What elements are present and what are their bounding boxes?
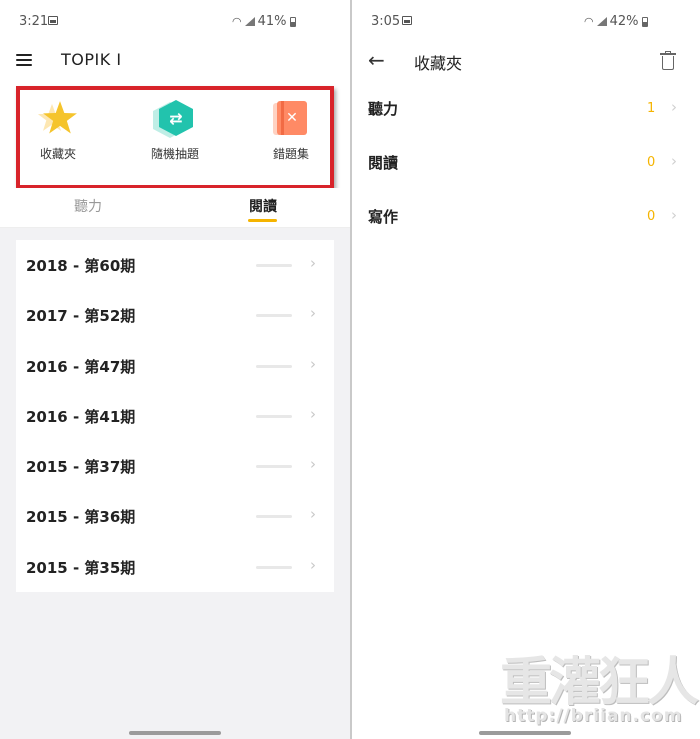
section-tabs: 聽力 閱讀 — [0, 188, 350, 228]
wifi-icon: ◠ — [584, 15, 594, 28]
shortcut-bar: 收藏夾 ⇄ 隨機抽題 ✕ 錯題集 — [0, 82, 350, 188]
app-header: ← 收藏夾 — [352, 42, 700, 80]
list-item[interactable]: 2015 - 第35期 › — [16, 542, 334, 592]
wrong-answers-shortcut[interactable]: ✕ 錯題集 — [251, 100, 331, 162]
list-item[interactable]: 2016 - 第47期 › — [16, 341, 334, 391]
chevron-right-icon: › — [310, 304, 316, 323]
favorites-count: 0 — [647, 155, 656, 170]
exam-label: 2015 - 第37期 — [26, 458, 136, 477]
list-item[interactable]: 2015 - 第37期 › — [16, 441, 334, 491]
favorites-category-label: 寫作 — [368, 208, 399, 226]
favorites-row-listening[interactable]: 聽力 1 › — [352, 88, 700, 128]
battery-percent: 42% — [609, 14, 639, 29]
list-item[interactable]: 2015 - 第36期 › — [16, 491, 334, 541]
favorites-count: 0 — [647, 209, 656, 224]
gallery-notification-icon — [402, 16, 412, 25]
watermark: 重灌狂人 http://briian.com — [500, 640, 699, 732]
progress-bar — [256, 565, 292, 569]
chevron-right-icon: › — [310, 455, 316, 474]
signal-icon — [244, 17, 255, 26]
favorites-row-reading[interactable]: 閱讀 0 › — [352, 142, 700, 182]
chevron-right-icon: › — [310, 555, 316, 574]
right-phone-screen: 3:05 ◠ 42% ← 收藏夾 聽力 1 › 閱讀 0 › 寫作 0 › 重灌… — [352, 0, 700, 739]
exam-label: 2017 - 第52期 — [26, 307, 136, 326]
status-time: 3:21 — [19, 14, 49, 29]
home-gesture-bar[interactable] — [129, 731, 221, 735]
chevron-right-icon: › — [671, 98, 677, 116]
favorites-count: 1 — [647, 101, 656, 116]
chevron-right-icon: › — [310, 505, 316, 524]
chevron-right-icon: › — [671, 152, 677, 170]
progress-bar — [256, 465, 292, 469]
favorites-shortcut-label: 收藏夾 — [39, 147, 76, 161]
left-phone-screen: 3:21 ◠ 41% TOPIK Ⅰ 收藏夾 ⇄ 隨機抽題 ✕ 錯題集 聽力 閱… — [0, 0, 350, 739]
signal-icon — [596, 17, 607, 26]
favorites-shortcut[interactable]: 收藏夾 — [18, 100, 98, 162]
chevron-right-icon: › — [310, 404, 316, 423]
chevron-right-icon: › — [671, 206, 677, 224]
exam-label: 2015 - 第35期 — [26, 558, 136, 577]
status-bar: 3:05 ◠ 42% — [352, 0, 700, 42]
status-time: 3:05 — [371, 14, 401, 29]
page-title: 收藏夾 — [414, 54, 463, 73]
chevron-right-icon: › — [310, 354, 316, 373]
exam-label: 2016 - 第47期 — [26, 357, 136, 376]
random-questions-shortcut-label: 隨機抽題 — [150, 147, 199, 161]
progress-bar — [256, 264, 292, 267]
favorites-category-label: 閱讀 — [368, 154, 399, 172]
random-questions-shortcut[interactable]: ⇄ 隨機抽題 — [135, 100, 215, 162]
status-indicators: ◠ 42% — [584, 14, 648, 29]
exam-label: 2015 - 第36期 — [26, 508, 136, 527]
home-gesture-bar[interactable] — [479, 731, 571, 735]
page-title: TOPIK Ⅰ — [61, 50, 122, 69]
progress-bar — [256, 414, 292, 418]
back-arrow-icon[interactable]: ← — [368, 48, 385, 72]
wrong-answers-shortcut-label: 錯題集 — [272, 147, 309, 161]
gallery-notification-icon — [48, 16, 58, 25]
battery-percent: 41% — [257, 14, 287, 29]
watermark-brand: 重灌狂人 — [500, 652, 699, 713]
star-icon — [37, 100, 77, 136]
progress-bar — [256, 314, 292, 318]
tab-listening[interactable]: 聽力 — [74, 196, 102, 216]
status-bar: 3:21 ◠ 41% — [0, 0, 350, 42]
active-tab-indicator — [248, 219, 277, 222]
progress-bar — [256, 364, 292, 368]
watermark-url: http://briian.com — [504, 706, 683, 726]
favorites-category-label: 聽力 — [368, 100, 399, 118]
chevron-right-icon: › — [310, 254, 316, 272]
shuffle-icon: ⇄ — [153, 100, 193, 138]
wrong-answers-book-icon: ✕ — [273, 100, 309, 136]
wifi-icon: ◠ — [232, 15, 242, 28]
app-header: TOPIK Ⅰ — [0, 42, 350, 82]
exam-label: 2016 - 第41期 — [26, 407, 136, 426]
favorites-row-writing[interactable]: 寫作 0 › — [352, 196, 700, 236]
menu-icon[interactable] — [16, 54, 32, 66]
trash-icon[interactable] — [660, 51, 676, 70]
list-item[interactable]: 2016 - 第41期 › — [16, 391, 334, 441]
battery-icon — [641, 16, 648, 27]
list-item[interactable]: 2018 - 第60期 › — [16, 240, 334, 290]
list-item[interactable]: 2017 - 第52期 › — [16, 290, 334, 340]
tab-reading[interactable]: 閱讀 — [249, 196, 277, 216]
battery-icon — [289, 16, 296, 27]
exam-label: 2018 - 第60期 — [26, 257, 136, 275]
progress-bar — [256, 515, 292, 519]
status-indicators: ◠ 41% — [232, 14, 296, 29]
exam-list: 2018 - 第60期 › 2017 - 第52期 › 2016 - 第47期 … — [16, 240, 334, 593]
